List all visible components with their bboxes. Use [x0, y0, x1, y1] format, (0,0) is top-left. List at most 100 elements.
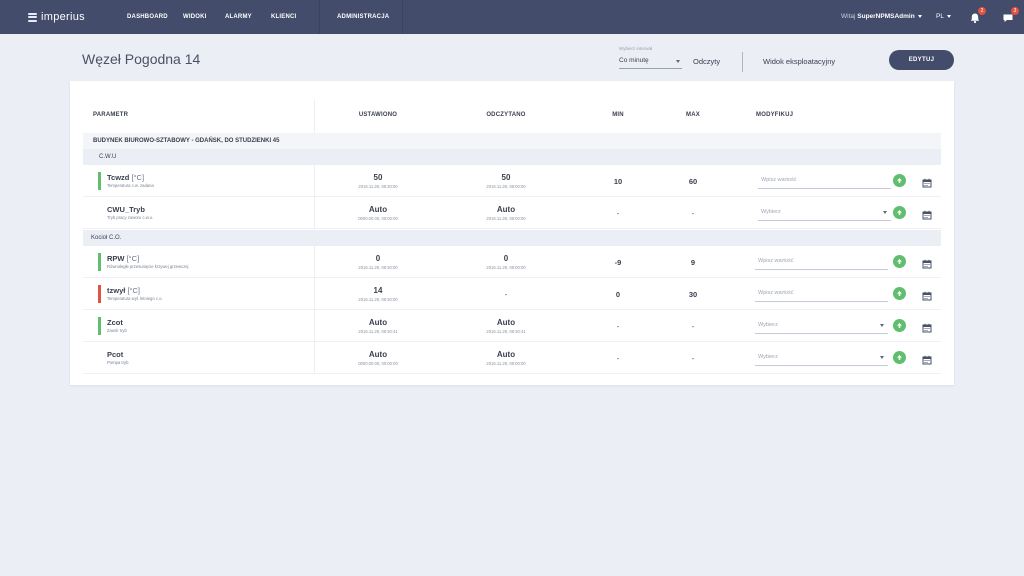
column-header-max: MAX: [686, 112, 700, 118]
messages-chat-icon[interactable]: 3: [1002, 7, 1019, 23]
read-timestamp: 2016.11.29, 08:30:41: [486, 329, 526, 334]
column-header-set: USTAWIONO: [358, 112, 398, 118]
submit-button[interactable]: [893, 351, 906, 364]
top-navigation-bar: imperius DASHBOARD WIDOKI ALARMY KLIENCI…: [0, 0, 1024, 34]
max-value: 9: [690, 258, 696, 267]
value-input[interactable]: Wpisz wartość: [755, 285, 888, 302]
calendar-icon[interactable]: [922, 207, 932, 220]
readings-link[interactable]: Odczyty: [693, 57, 720, 66]
read-value: Auto: [496, 205, 516, 214]
param-unit: [°C]: [126, 254, 140, 263]
read-timestamp: 2016.11.29, 08:00:00: [486, 216, 526, 221]
notifications-badge: 2: [978, 7, 986, 15]
nav-widoki[interactable]: WIDOKI: [183, 14, 207, 20]
nav-alarmy[interactable]: ALARMY: [225, 14, 252, 20]
min-value: 0: [615, 290, 621, 299]
calendar-icon[interactable]: [922, 175, 932, 188]
value-select[interactable]: Wybierz: [755, 317, 888, 334]
param-name: Zcot: [107, 318, 123, 327]
status-flag: [98, 253, 101, 271]
nav-divider: [402, 0, 403, 34]
language-selector[interactable]: PL: [936, 13, 951, 20]
column-header-param: PARAMETR: [93, 112, 129, 118]
set-value: Auto: [368, 350, 388, 359]
submit-button[interactable]: [893, 287, 906, 300]
submit-button[interactable]: [893, 255, 906, 268]
chevron-down-icon: [946, 14, 951, 18]
nav-administracja[interactable]: ADMINISTRACJA: [337, 14, 389, 20]
calendar-icon[interactable]: [922, 288, 932, 301]
group-row-kociol: Kocioł C.O.: [83, 230, 941, 246]
submit-button[interactable]: [893, 319, 906, 332]
param-name: Pcot: [107, 350, 123, 359]
chevron-down-icon: [917, 14, 922, 18]
interval-value: Co minutę: [619, 57, 649, 64]
operational-view-link[interactable]: Widok eksploatacyjny: [763, 57, 835, 66]
table-row: Tcwzd [°C] Temperatura c.w. zadana 50 20…: [83, 165, 941, 197]
min-value: -: [616, 354, 620, 363]
value-select[interactable]: Wybierz: [755, 349, 888, 366]
status-flag: [98, 172, 101, 190]
set-timestamp: 2016.11.29, 08:30:00: [358, 265, 398, 270]
set-timestamp: 0000.00.00, 00:00:00: [358, 361, 398, 366]
page-title: Węzeł Pogodna 14: [82, 51, 201, 67]
param-name-text: tzwył: [107, 286, 126, 295]
set-timestamp: 2016.11.29, 08:30:41: [358, 329, 398, 334]
param-name-text: Zcot: [107, 318, 123, 327]
calendar-icon[interactable]: [922, 320, 932, 333]
chevron-down-icon: [676, 60, 680, 63]
min-value: -: [616, 209, 620, 218]
submit-button[interactable]: [893, 206, 906, 219]
imperius-logo[interactable]: imperius: [28, 11, 85, 23]
set-value: Auto: [368, 318, 388, 327]
read-value: 50: [501, 173, 511, 182]
table-row: Pcot Pompa tryb Auto 0000.00.00, 00:00:0…: [83, 342, 941, 374]
status-flag: [98, 285, 101, 303]
min-value: 10: [613, 177, 623, 186]
param-description: Pompa tryb: [107, 360, 129, 365]
column-header-read: ODCZYTANO: [486, 112, 526, 118]
status-flag: [98, 317, 101, 335]
edit-button[interactable]: EDYTUJ: [889, 50, 954, 70]
chevron-down-icon: [880, 324, 884, 327]
param-description: Temperatura c.w. zadana: [107, 183, 154, 188]
param-name-text: Tcwzd: [107, 173, 130, 182]
user-menu[interactable]: Witaj SuperNPMSAdmin: [841, 13, 922, 20]
calendar-icon[interactable]: [922, 352, 932, 365]
param-name-text: CWU_Tryb: [107, 205, 145, 214]
set-value: 50: [373, 173, 383, 182]
column-header-modify: MODYFIKUJ: [756, 112, 794, 118]
nav-dashboard[interactable]: DASHBOARD: [127, 14, 168, 20]
notifications-bell-icon[interactable]: 2: [969, 7, 986, 24]
param-unit: [°C]: [127, 286, 141, 295]
select-placeholder: Wybierz: [758, 354, 778, 360]
table-row: tzwył [°C] Temperatura wył. letniego c.o…: [83, 278, 941, 310]
set-value: 14: [373, 286, 383, 295]
param-name: RPW [°C]: [107, 254, 139, 263]
nav-klienci[interactable]: KLIENCI: [271, 14, 296, 20]
param-name-text: RPW: [107, 254, 125, 263]
read-timestamp: 2016.11.29, 08:00:00: [486, 265, 526, 270]
value-input[interactable]: Wpisz wartość: [758, 172, 891, 189]
min-value: -9: [614, 258, 622, 267]
table-row: RPW [°C] Równoległe przesunięcie krzywej…: [83, 246, 941, 278]
chevron-down-icon: [883, 211, 887, 214]
read-value: 0: [503, 254, 509, 263]
building-row: BUDYNEK BIUROWO-SZTABOWY - GDAŃSK, DO ST…: [83, 133, 941, 149]
min-value: -: [616, 322, 620, 331]
value-select[interactable]: Wybierz: [758, 204, 891, 221]
submit-button[interactable]: [893, 174, 906, 187]
set-timestamp: 2016.11.29, 08:30:00: [358, 184, 398, 189]
param-name: CWU_Tryb: [107, 205, 145, 214]
select-placeholder: Wybierz: [758, 322, 778, 328]
max-value: 60: [688, 177, 698, 186]
value-input[interactable]: Wpisz wartość: [755, 253, 888, 270]
param-description: Zawór tryb: [107, 328, 127, 333]
set-timestamp: 0000.00.00, 00:00:00: [358, 216, 398, 221]
read-value: -: [504, 290, 508, 299]
read-value: Auto: [496, 350, 516, 359]
interval-select[interactable]: Co minutę: [619, 55, 682, 69]
column-header-min: MIN: [612, 112, 624, 118]
calendar-icon[interactable]: [922, 256, 932, 269]
chevron-down-icon: [880, 356, 884, 359]
